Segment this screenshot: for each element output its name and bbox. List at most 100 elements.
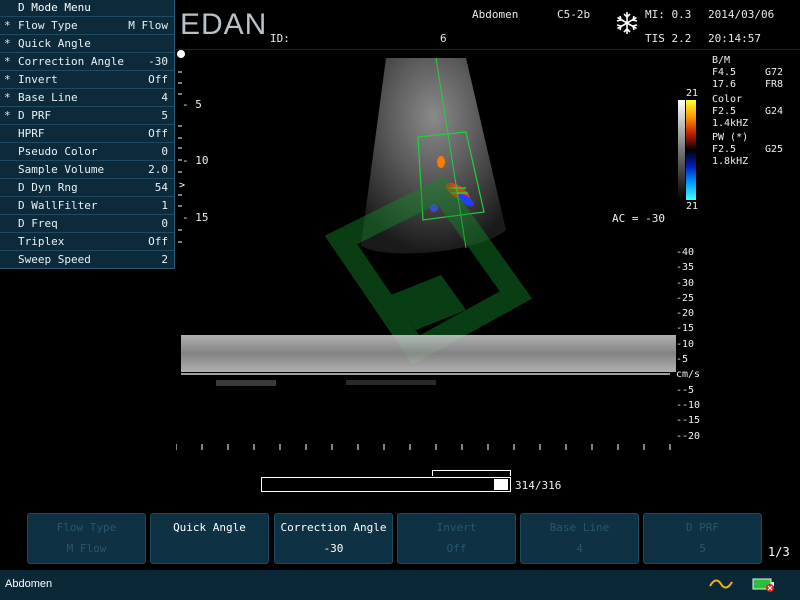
softkey-invert[interactable]: Invert Off bbox=[397, 513, 516, 564]
cine-selection-bracket bbox=[432, 470, 511, 476]
velocity-tick: -35 bbox=[676, 262, 695, 274]
menu-item-pseudo-color[interactable]: Pseudo Color 0 bbox=[0, 142, 174, 160]
menu-item-base-line[interactable]: * Base Line 4 bbox=[0, 88, 174, 106]
pw-prf: 1.8kHZ bbox=[712, 156, 749, 167]
menu-item-label: D PRF bbox=[18, 109, 52, 122]
softkey-value: M Flow bbox=[66, 542, 107, 555]
softkey-value: Off bbox=[446, 542, 467, 555]
menu-item-d-wallfilter[interactable]: D WallFilter 1 bbox=[0, 196, 174, 214]
menu-item-star: * bbox=[4, 91, 11, 104]
menu-item-correction-angle[interactable]: * Correction Angle -30 bbox=[0, 52, 174, 70]
menu-item-star: * bbox=[4, 37, 11, 50]
menu-item-value: 2 bbox=[161, 253, 168, 266]
velocity-tick: -30 bbox=[676, 277, 695, 289]
snowflake-icon bbox=[614, 10, 640, 36]
menu-item-value: 54 bbox=[154, 181, 168, 194]
signal-wave-icon bbox=[709, 576, 733, 595]
menu-item-value: Off bbox=[148, 127, 168, 140]
probe-orientation-dot bbox=[177, 50, 185, 58]
exam-type: Abdomen bbox=[472, 8, 519, 21]
bm-frame-rate: FR8 bbox=[765, 79, 784, 90]
menu-item-value: 0 bbox=[161, 145, 168, 158]
probe-name: C5-2b bbox=[557, 8, 591, 21]
softkey-d-prf[interactable]: D PRF 5 bbox=[643, 513, 762, 564]
depth-value: 5 bbox=[195, 98, 202, 111]
velocity-tick: -40 bbox=[676, 247, 695, 258]
menu-item-value: M Flow bbox=[128, 19, 168, 32]
menu-item-d-dyn-rng[interactable]: D Dyn Rng 54 bbox=[0, 178, 174, 196]
menu-item-d-freq[interactable]: D Freq 0 bbox=[0, 214, 174, 232]
battery-icon bbox=[752, 576, 776, 596]
menu-item-value: 5 bbox=[161, 109, 168, 122]
menu-item-star: * bbox=[4, 109, 11, 122]
softkey-flow-type[interactable]: Flow Type M Flow bbox=[27, 513, 146, 564]
depth-label: - 10 bbox=[182, 154, 209, 167]
bm-gain: G72 bbox=[765, 67, 784, 78]
softkey-label: Invert bbox=[436, 521, 477, 534]
menu-item-sweep-speed[interactable]: Sweep Speed 2 bbox=[0, 250, 174, 268]
color-flow-red bbox=[437, 156, 445, 168]
spectral-noise bbox=[346, 380, 436, 385]
softkey-page-indicator[interactable]: 1/3 bbox=[768, 545, 790, 559]
softkey-correction-angle[interactable]: Correction Angle -30 bbox=[274, 513, 393, 564]
bm-title: B/M bbox=[712, 55, 731, 66]
status-bar: Abdomen bbox=[0, 570, 800, 600]
menu-item-sample-volume[interactable]: Sample Volume 2.0 bbox=[0, 160, 174, 178]
menu-item-value: 2.0 bbox=[148, 163, 168, 176]
softkey-quick-angle[interactable]: Quick Angle bbox=[150, 513, 269, 564]
spectral-noise bbox=[216, 380, 276, 386]
depth-label: - 5 bbox=[182, 98, 202, 111]
date: 2014/03/06 bbox=[708, 8, 775, 21]
menu-item-quick-angle[interactable]: * Quick Angle bbox=[0, 34, 174, 52]
depth-label: - 15 bbox=[182, 211, 209, 224]
menu-item-flow-type[interactable]: * Flow Type M Flow bbox=[0, 16, 174, 34]
menu-item-value: Off bbox=[148, 73, 168, 86]
menu-item-value: Off bbox=[148, 235, 168, 248]
color-freq: F2.5 bbox=[712, 106, 737, 117]
velocity-tick: --5 bbox=[676, 384, 695, 396]
menu-item-triplex[interactable]: Triplex Off bbox=[0, 232, 174, 250]
menu-item-hprf[interactable]: HPRF Off bbox=[0, 124, 174, 142]
menu-item-star: * bbox=[4, 19, 11, 32]
softkey-label: Flow Type bbox=[56, 521, 117, 534]
cine-slider-handle[interactable] bbox=[494, 479, 508, 490]
menu-item-label: D WallFilter bbox=[18, 199, 98, 212]
velocity-tick: -15 bbox=[676, 323, 695, 335]
colorbar-bottom-label: 21 bbox=[686, 201, 699, 212]
menu-item-label: D Freq bbox=[18, 217, 58, 230]
menu-item-label: Invert bbox=[18, 73, 58, 86]
velocity-tick: --10 bbox=[676, 399, 701, 411]
angle-correction-readout: AC = -30 bbox=[612, 212, 665, 225]
depth-value: 10 bbox=[195, 154, 209, 167]
cine-frame-counter: 314/316 bbox=[515, 479, 562, 492]
menu-title: D Mode Menu bbox=[18, 1, 91, 14]
color-title: Color bbox=[712, 94, 743, 105]
softkey-value: 5 bbox=[699, 542, 706, 555]
time-axis-ticks bbox=[176, 444, 671, 450]
menu-item-star: * bbox=[4, 55, 11, 68]
menu-item-d-prf[interactable]: * D PRF 5 bbox=[0, 106, 174, 124]
menu-item-invert[interactable]: * Invert Off bbox=[0, 70, 174, 88]
menu-item-value: 1 bbox=[161, 199, 168, 212]
bm-depth: 17.6 bbox=[712, 79, 737, 90]
menu-item-label: Correction Angle bbox=[18, 55, 124, 68]
tis-value: TIS 2.2 bbox=[645, 32, 692, 45]
menu-item-label: Quick Angle bbox=[18, 37, 91, 50]
softkey-base-line[interactable]: Base Line 4 bbox=[520, 513, 639, 564]
menu-item-label: D Dyn Rng bbox=[18, 181, 78, 194]
softkey-value: 4 bbox=[576, 542, 583, 555]
velocity-tick: -5 bbox=[676, 354, 689, 366]
pw-gain: G25 bbox=[765, 144, 784, 155]
menu-item-value: -30 bbox=[148, 55, 168, 68]
ultrasound-image-area: > bbox=[176, 50, 676, 450]
menu-item-label: HPRF bbox=[18, 127, 45, 140]
menu-item-value: 4 bbox=[161, 91, 168, 104]
velocity-tick: -20 bbox=[676, 308, 695, 320]
menu-item-label: Base Line bbox=[18, 91, 78, 104]
velocity-scale: -40 -35 -30 -25 -20 -15 -10 -5 cm/s --5 … bbox=[676, 245, 716, 444]
softkey-label: Quick Angle bbox=[173, 521, 246, 534]
velocity-tick: -10 bbox=[676, 338, 695, 350]
cine-progress-bar[interactable] bbox=[261, 477, 511, 492]
color-prf: 1.4kHZ bbox=[712, 118, 749, 129]
status-exam: Abdomen bbox=[5, 578, 53, 590]
